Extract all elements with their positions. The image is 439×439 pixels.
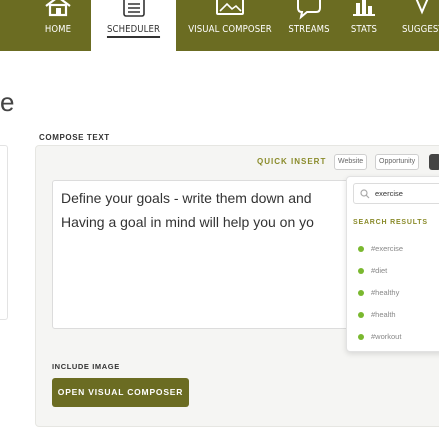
hashtag-search-value: exercise	[375, 189, 403, 198]
nav-label-visual-composer: VISUAL COMPOSER	[188, 24, 272, 35]
compose-text-line-2: Having a goal in mind will help you on y…	[61, 214, 314, 230]
quick-insert-opportunity[interactable]: Opportunity	[375, 154, 420, 170]
result-dot-icon	[358, 312, 364, 318]
image-icon	[216, 0, 244, 15]
home-icon	[45, 0, 71, 17]
nav-label-scheduler: SCHEDULER	[106, 24, 161, 35]
hashtag-search-input[interactable]: exercise	[353, 183, 439, 204]
quick-insert-website[interactable]: Website	[334, 154, 368, 170]
list-icon	[122, 0, 145, 17]
include-image-label: INCLUDE IMAGE	[52, 362, 120, 371]
compose-text-line-1: Define your goals - write them down and	[61, 190, 312, 206]
nav-label-suggest: SUGGEST	[402, 24, 439, 35]
search-result-label: #workout	[371, 332, 402, 341]
result-dot-icon	[358, 334, 364, 340]
nav-item-stats[interactable]: STATS	[345, 0, 383, 51]
nav-item-scheduler[interactable]: SCHEDULER	[91, 0, 176, 51]
nav-item-visual-composer[interactable]: VISUAL COMPOSER	[188, 0, 272, 51]
speech-bubble-icon	[297, 0, 321, 20]
compose-text-label: COMPOSE TEXT	[39, 133, 110, 142]
nav-label-streams: STREAMS	[288, 24, 330, 35]
nav-item-home[interactable]: HOME	[28, 0, 88, 51]
open-visual-composer-button[interactable]: OPEN VISUAL COMPOSER	[52, 378, 189, 407]
bar-chart-icon	[353, 0, 375, 16]
search-icon	[360, 189, 370, 199]
search-result-label: #health	[371, 310, 396, 319]
result-dot-icon	[358, 268, 364, 274]
top-navigation: HOME SCHEDULER VISUAL COMPOSER STREAMS S…	[0, 0, 439, 51]
search-result-label: #healthy	[371, 288, 400, 297]
nav-item-suggest[interactable]: SUGGEST	[395, 0, 439, 51]
lightbulb-icon	[415, 0, 429, 15]
nav-label-home: HOME	[44, 24, 72, 35]
search-result-label: #exercise	[371, 244, 404, 253]
search-results-heading: SEARCH RESULTS	[353, 219, 428, 226]
result-dot-icon	[358, 290, 364, 296]
quick-insert-more-button[interactable]	[429, 154, 439, 170]
result-dot-icon	[358, 246, 364, 252]
left-panel-edge	[0, 145, 8, 320]
quick-insert-label: QUICK INSERT	[257, 157, 327, 166]
nav-label-stats: STATS	[350, 24, 378, 35]
search-result-label: #diet	[371, 266, 388, 275]
nav-item-streams[interactable]: STREAMS	[282, 0, 336, 51]
page-title: e	[0, 87, 15, 117]
